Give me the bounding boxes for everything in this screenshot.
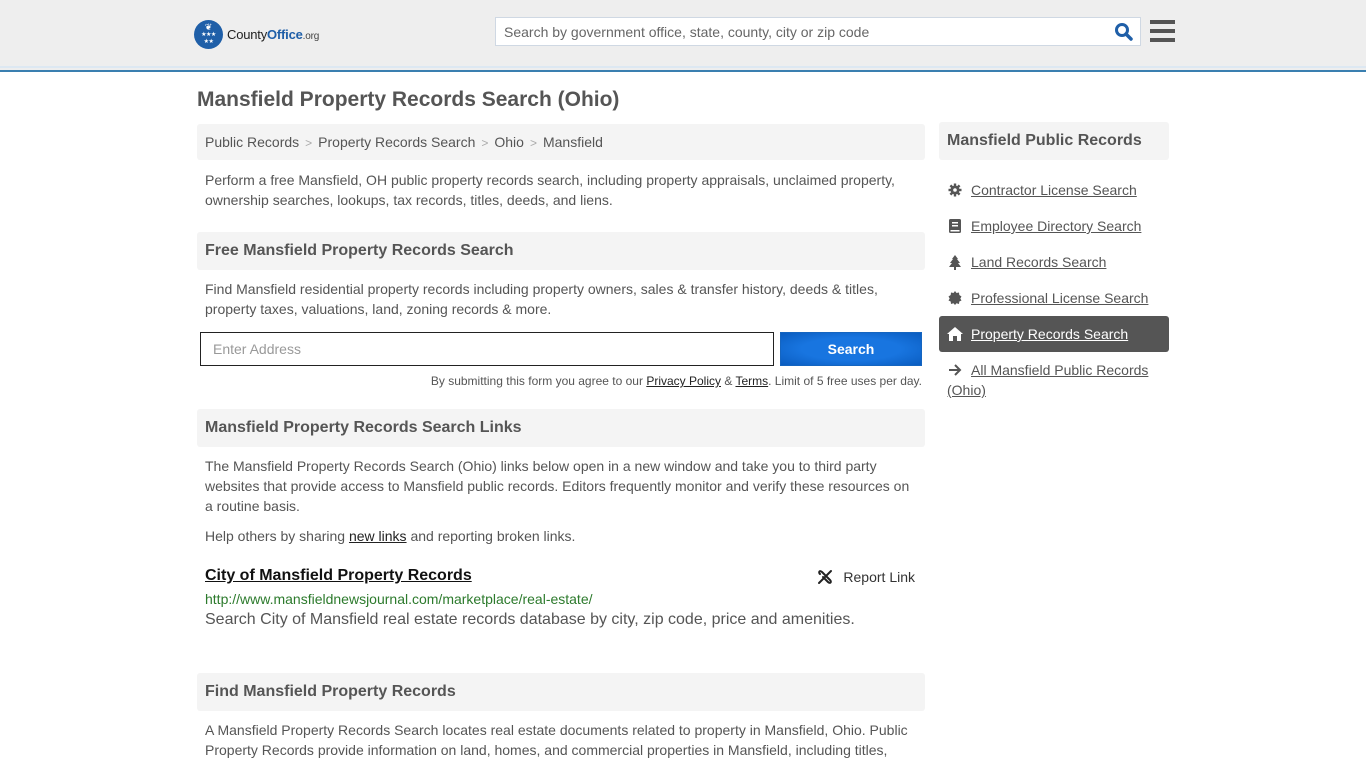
sidebar-item-employee-directory[interactable]: Employee Directory Search: [939, 208, 1169, 244]
address-input[interactable]: [200, 332, 774, 366]
links-section-description: The Mansfield Property Records Search (O…: [205, 458, 910, 514]
find-section-heading: Find Mansfield Property Records: [197, 673, 925, 711]
search-icon[interactable]: [1114, 22, 1134, 42]
form-disclaimer: By submitting this form you agree to our…: [430, 374, 922, 388]
sidebar-item-property-records[interactable]: Property Records Search: [939, 316, 1169, 352]
help-text: Help others by sharing new links and rep…: [205, 528, 576, 544]
intro-text: Perform a free Mansfield, OH public prop…: [205, 172, 895, 208]
breadcrumb-mansfield[interactable]: Mansfield: [543, 134, 603, 150]
gear-icon: [947, 180, 963, 200]
address-search-form: Search: [197, 332, 925, 366]
link-entry: City of Mansfield Property Records Repor…: [197, 567, 925, 629]
free-search-heading: Free Mansfield Property Records Search: [197, 232, 925, 270]
link-entry-title[interactable]: City of Mansfield Property Records: [205, 567, 472, 584]
broken-link-icon: [818, 570, 833, 584]
links-section-heading: Mansfield Property Records Search Links: [197, 409, 925, 447]
certificate-icon: [947, 288, 963, 308]
privacy-policy-link[interactable]: Privacy Policy: [646, 374, 721, 388]
sidebar-item-professional-license[interactable]: Professional License Search: [939, 280, 1169, 316]
logo-text: CountyOffice.org: [227, 27, 320, 42]
logo[interactable]: ❦ ★★★ ★★ CountyOffice.org: [194, 20, 319, 49]
link-entry-description: Search City of Mansfield real estate rec…: [205, 611, 855, 628]
site-search: [495, 17, 1141, 46]
breadcrumb-ohio[interactable]: Ohio: [494, 134, 524, 150]
new-links-link[interactable]: new links: [349, 528, 407, 544]
home-icon: [947, 324, 963, 344]
hamburger-menu-icon[interactable]: [1150, 20, 1175, 42]
sidebar-list: Contractor License Search Employee Direc…: [939, 172, 1169, 408]
free-search-description: Find Mansfield residential property reco…: [205, 281, 878, 317]
eagle-logo-icon: ❦ ★★★ ★★: [194, 20, 223, 49]
breadcrumb-separator: >: [305, 136, 313, 150]
terms-link[interactable]: Terms: [735, 374, 768, 388]
search-button[interactable]: Search: [780, 332, 922, 366]
breadcrumb-separator: >: [529, 136, 537, 150]
breadcrumb-separator: >: [481, 136, 489, 150]
tree-icon: [947, 252, 963, 272]
sidebar-item-land-records[interactable]: Land Records Search: [939, 244, 1169, 280]
breadcrumb-property-records-search[interactable]: Property Records Search: [318, 134, 475, 150]
sidebar-item-contractor-license[interactable]: Contractor License Search: [939, 172, 1169, 208]
page-title: Mansfield Property Records Search (Ohio): [197, 88, 620, 111]
book-icon: [947, 216, 963, 236]
find-section-description: A Mansfield Property Records Search loca…: [205, 722, 908, 758]
main-content: Public Records > Property Records Search > O…: [197, 124, 925, 760]
sidebar: Mansfield Public Records Contractor Lice…: [939, 122, 1169, 408]
breadcrumb-public-records[interactable]: Public Records: [205, 134, 299, 150]
sidebar-item-all-public-records[interactable]: All Mansfield Public Records (Ohio): [939, 352, 1169, 408]
site-header: ❦ ★★★ ★★ CountyOffice.org: [0, 0, 1366, 72]
report-link-button[interactable]: Report Link: [817, 569, 915, 585]
breadcrumb: Public Records > Property Records Search > O…: [197, 124, 925, 160]
link-entry-url: http://www.mansfieldnewsjournal.com/mark…: [205, 591, 593, 607]
arrow-right-icon: [947, 360, 963, 380]
sidebar-heading: Mansfield Public Records: [939, 122, 1169, 160]
site-search-input[interactable]: [496, 18, 1106, 45]
